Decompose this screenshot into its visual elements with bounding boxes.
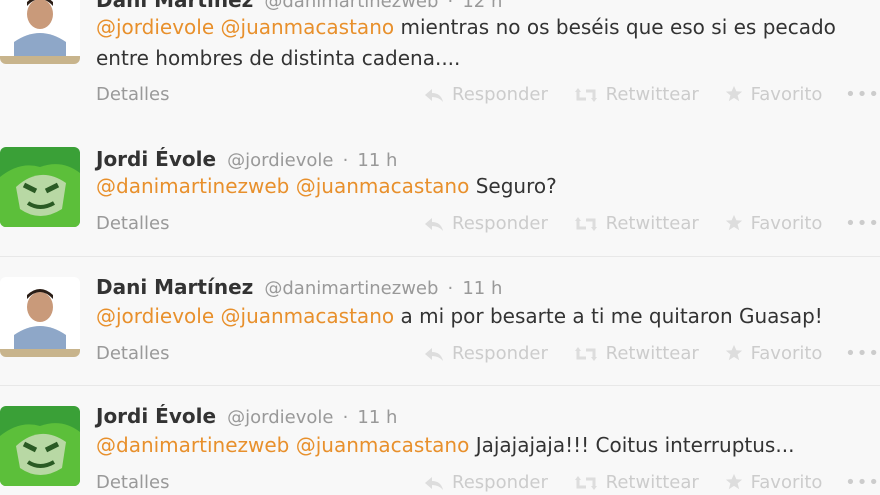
mention-link[interactable]: @juanmacastano [221, 304, 395, 328]
tweet-item[interactable]: Jordi Évole @jordievole · 11 h @danimart… [0, 386, 880, 495]
mention-link[interactable]: @danimartinezweb [96, 433, 289, 457]
retweet-icon [574, 88, 597, 102]
star-icon [725, 85, 742, 102]
more-options-button[interactable]: ••• [845, 84, 880, 105]
user-name[interactable]: Dani Martínez [96, 275, 253, 299]
details-link[interactable]: Detalles [96, 213, 169, 234]
reply-icon [425, 348, 443, 361]
favorite-button[interactable]: Favorito [725, 472, 822, 493]
user-handle[interactable]: @jordievole [227, 150, 333, 171]
mention-link[interactable]: @jordievole [96, 304, 214, 328]
user-name[interactable]: Dani Martínez [96, 0, 253, 12]
tweet-time[interactable]: 11 h [357, 150, 397, 171]
tweet-text: @danimartinezweb @juanmacastano Seguro? [96, 174, 557, 198]
more-options-button[interactable]: ••• [845, 343, 880, 364]
user-name[interactable]: Jordi Évole [96, 404, 216, 428]
details-link[interactable]: Detalles [96, 84, 169, 105]
star-icon [725, 214, 742, 231]
details-link[interactable]: Detalles [96, 343, 169, 364]
reply-button[interactable]: Responder [424, 213, 548, 234]
star-icon [725, 473, 742, 490]
avatar-jordi[interactable] [0, 147, 80, 227]
mention-link[interactable]: @juanmacastano [296, 174, 470, 198]
mention-link[interactable]: @jordievole [96, 15, 214, 39]
details-link[interactable]: Detalles [96, 472, 169, 493]
tweet-item[interactable]: Dani Martínez @danimartinezweb · 12 h @j… [0, 0, 880, 128]
more-options-button[interactable]: ••• [845, 472, 880, 493]
retweet-button[interactable]: Retwittear [574, 472, 699, 493]
user-name[interactable]: Jordi Évole [96, 147, 216, 171]
tweet-timeline: Dani Martínez @danimartinezweb · 12 h @j… [0, 0, 880, 495]
more-options-button[interactable]: ••• [845, 213, 880, 234]
tweet-text: @jordievole @juanmacastano mientras no o… [96, 15, 836, 70]
reply-button[interactable]: Responder [424, 472, 548, 493]
tweet-time[interactable]: 11 h [462, 278, 502, 299]
reply-button[interactable]: Responder [424, 84, 548, 105]
tweet-item[interactable]: Dani Martínez @danimartinezweb · 11 h @j… [0, 257, 880, 386]
tweet-text: @jordievole @juanmacastano a mi por besa… [96, 304, 823, 328]
mention-link[interactable]: @juanmacastano [296, 433, 470, 457]
retweet-icon [574, 476, 597, 490]
favorite-button[interactable]: Favorito [725, 213, 822, 234]
tweet-item[interactable]: Jordi Évole @jordievole · 11 h @danimart… [0, 127, 880, 257]
retweet-button[interactable]: Retwittear [574, 84, 699, 105]
reply-icon [425, 477, 443, 490]
tweet-time[interactable]: 12 h [462, 0, 502, 12]
avatar-jordi[interactable] [0, 406, 80, 486]
retweet-icon [574, 347, 597, 361]
mention-link[interactable]: @juanmacastano [221, 15, 395, 39]
user-handle[interactable]: @danimartinezweb [264, 0, 438, 12]
reply-icon [425, 89, 443, 102]
retweet-icon [574, 217, 597, 231]
favorite-button[interactable]: Favorito [725, 343, 822, 364]
retweet-button[interactable]: Retwittear [574, 343, 699, 364]
avatar-dani[interactable] [0, 277, 80, 357]
user-handle[interactable]: @jordievole [227, 407, 333, 428]
reply-icon [425, 218, 443, 231]
user-handle[interactable]: @danimartinezweb [264, 278, 438, 299]
tweet-time[interactable]: 11 h [357, 407, 397, 428]
favorite-button[interactable]: Favorito [725, 84, 822, 105]
retweet-button[interactable]: Retwittear [574, 213, 699, 234]
avatar-dani[interactable] [0, 0, 80, 64]
star-icon [725, 344, 742, 361]
reply-button[interactable]: Responder [424, 343, 548, 364]
tweet-text: @danimartinezweb @juanmacastano Jajajaja… [96, 433, 795, 457]
mention-link[interactable]: @danimartinezweb [96, 174, 289, 198]
